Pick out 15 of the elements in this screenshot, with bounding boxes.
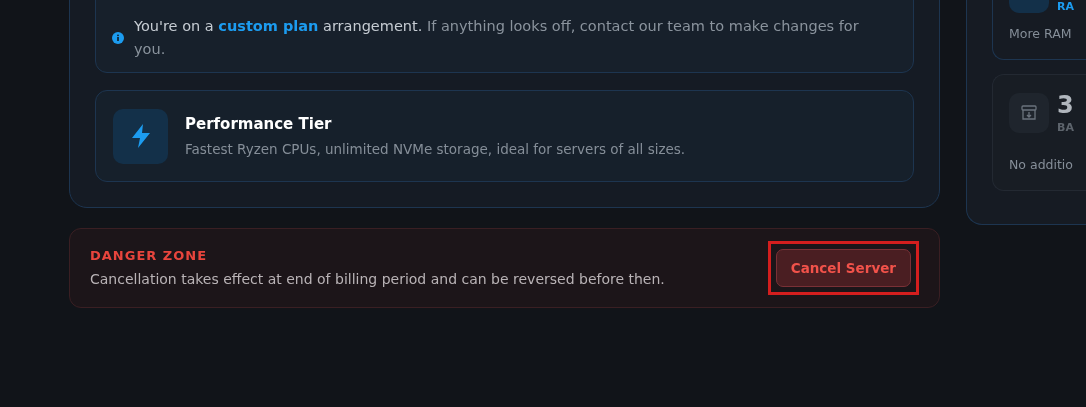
archive-icon bbox=[1009, 93, 1049, 134]
danger-zone-description: Cancellation takes effect at end of billing period and can be reversed before then. bbox=[90, 270, 665, 290]
tier-title: Performance Tier bbox=[185, 113, 333, 135]
danger-zone-title: DANGER ZONE bbox=[90, 246, 209, 265]
resource-value: 3 bbox=[1057, 92, 1074, 117]
custom-plan-link[interactable]: custom plan bbox=[218, 17, 319, 34]
resource-label: BA bbox=[1057, 120, 1074, 134]
resource-note: More RAM bbox=[1009, 25, 1073, 43]
info-icon bbox=[112, 31, 124, 44]
cancel-server-button[interactable]: Cancel Server bbox=[775, 248, 911, 288]
resource-note: No additio bbox=[1009, 155, 1074, 174]
lightning-icon bbox=[113, 108, 168, 164]
tier-description: Fastest Ryzen CPUs, unlimited NVMe storage, ideal for servers of all sizes. bbox=[185, 140, 686, 160]
plan-notice: You're on a custom plan arrangement. If anything looks off, contact our team to make changes for you. bbox=[134, 16, 860, 59]
resource-label: RA bbox=[1057, 0, 1074, 13]
